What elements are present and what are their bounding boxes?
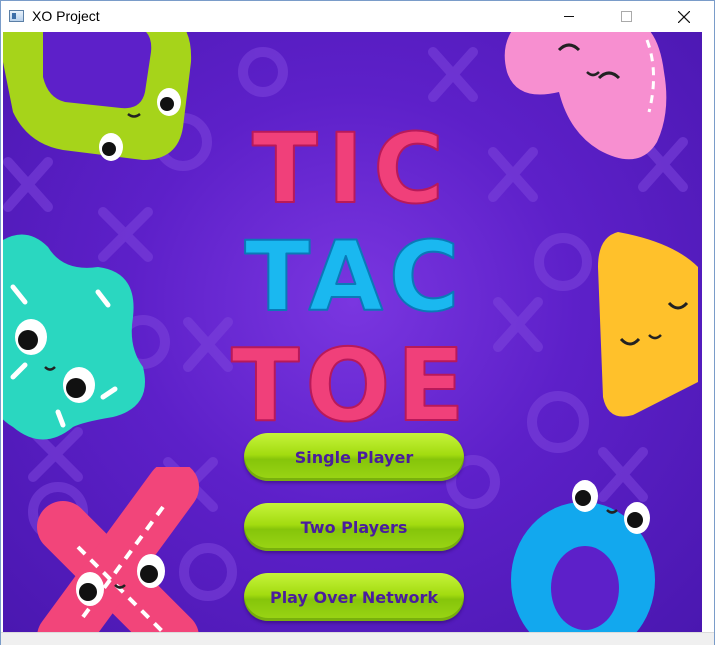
logo-line-1: TIC bbox=[252, 113, 454, 225]
title-bar[interactable]: XO Project bbox=[1, 1, 714, 32]
close-button[interactable] bbox=[661, 1, 707, 32]
single-player-button[interactable]: Single Player bbox=[244, 433, 464, 481]
window-title: XO Project bbox=[32, 8, 100, 24]
app-window: XO Project TIC TAC TOE Single Player Two… bbox=[0, 0, 715, 645]
minimize-icon bbox=[564, 16, 574, 17]
logo-line-3: TOE bbox=[231, 327, 471, 444]
play-over-network-button[interactable]: Play Over Network bbox=[244, 573, 464, 621]
two-players-button[interactable]: Two Players bbox=[244, 503, 464, 551]
maximize-button[interactable] bbox=[603, 1, 649, 32]
window-bottom-edge bbox=[1, 632, 714, 645]
game-menu-canvas: TIC TAC TOE Single Player Two Players Pl… bbox=[3, 32, 702, 632]
app-icon bbox=[9, 10, 24, 22]
maximize-icon bbox=[620, 11, 632, 22]
minimize-button[interactable] bbox=[546, 1, 592, 32]
close-icon bbox=[678, 10, 690, 23]
window-right-edge bbox=[702, 32, 714, 632]
logo-line-2: TAC bbox=[245, 221, 466, 333]
